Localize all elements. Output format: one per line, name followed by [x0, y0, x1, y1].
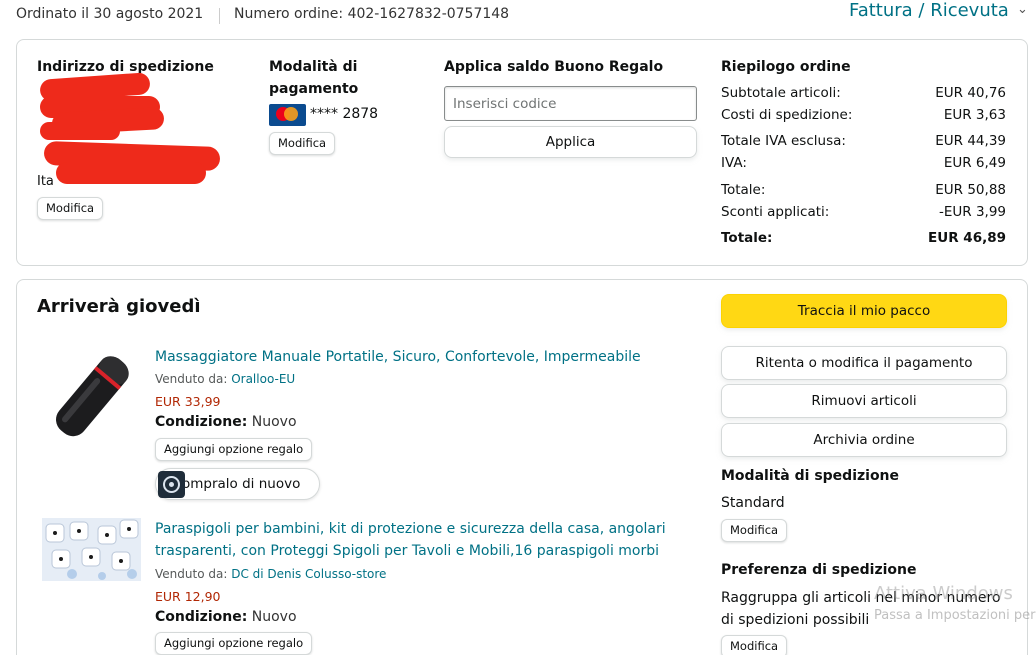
order-header: Ordinato il 30 agosto 2021 Numero ordine… [0, 0, 1036, 32]
shipping-method-value: Standard [721, 495, 785, 511]
address-country-line: Ita [37, 174, 54, 189]
track-package-button[interactable]: Traccia il mio pacco [721, 294, 1007, 328]
product-condition: Condizione: Nuovo [155, 414, 297, 430]
corner-guards-product-image[interactable] [42, 518, 141, 581]
windows-watermark-title: Attiva Windows [874, 583, 1013, 604]
order-date: Ordinato il 30 agosto 2021 [16, 6, 204, 22]
gift-option-button[interactable]: Aggiungi opzione regalo [155, 438, 313, 461]
chevron-down-icon[interactable]: ⌄ [1017, 2, 1028, 17]
massager-product-image[interactable] [42, 348, 142, 443]
gift-option-button[interactable]: Aggiungi opzione regalo [155, 632, 313, 655]
payment-method-title: Modalità di pagamento [269, 59, 359, 97]
card-last-digits: **** 2878 [310, 106, 379, 122]
product-price: EUR 12,90 [155, 589, 221, 604]
order-summary-title: Riepilogo ordine [721, 59, 851, 75]
delivery-heading: Arriverà giovedì [37, 296, 201, 317]
product-title-corner-guards[interactable]: Paraspigoli per bambini, kit di protezio… [155, 518, 666, 562]
sold-by-line: Venduto da: Oralloo-EU [155, 372, 296, 386]
buy-again-icon[interactable] [158, 471, 185, 498]
edit-address-button[interactable]: Modifica [37, 197, 104, 220]
product-title-massager[interactable]: Massaggiatore Manuale Portatile, Sicuro,… [155, 346, 641, 368]
shipping-preference-title: Preferenza di spedizione [721, 562, 917, 578]
apply-gift-button[interactable]: Applica [444, 126, 697, 158]
seller-link[interactable]: Oralloo-EU [231, 372, 295, 386]
seller-link[interactable]: DC di Denis Colusso-store [231, 567, 386, 581]
product-price: EUR 33,99 [155, 394, 221, 409]
shipping-preference-line2: di spedizioni possibili [721, 612, 870, 628]
gift-card-title: Applica saldo Buono Regalo [444, 59, 664, 75]
edit-payment-button[interactable]: Modifica [269, 132, 336, 155]
gift-code-input[interactable] [444, 86, 697, 121]
sold-by-line: Venduto da: DC di Denis Colusso-store [155, 567, 387, 581]
archive-order-button[interactable]: Archivia ordine [721, 423, 1007, 457]
order-number: Numero ordine: 402-1627832-0757148 [234, 6, 510, 22]
product-condition: Condizione: Nuovo [155, 609, 297, 625]
shipping-method-title: Modalità di spedizione [721, 468, 900, 484]
retry-payment-button[interactable]: Ritenta o modifica il pagamento [721, 346, 1007, 380]
windows-watermark-subtitle: Passa a Impostazioni per [874, 608, 1036, 623]
invoice-link[interactable]: Fattura / Ricevuta [849, 0, 1009, 21]
header-divider [219, 8, 220, 24]
edit-shipping-method-button[interactable]: Modifica [721, 519, 788, 542]
mastercard-icon [269, 104, 306, 126]
edit-shipping-preference-button[interactable]: Modifica [721, 635, 788, 655]
remove-items-button[interactable]: Rimuovi articoli [721, 384, 1007, 418]
